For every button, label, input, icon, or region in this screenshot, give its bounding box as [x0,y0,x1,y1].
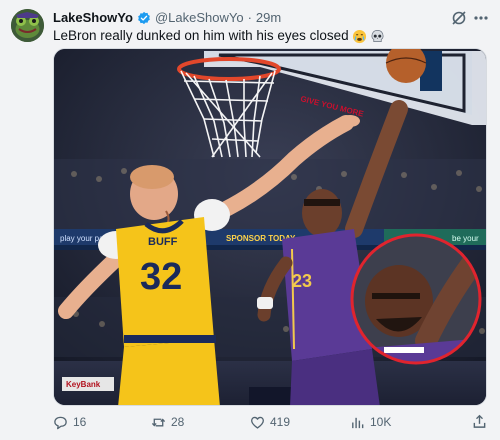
keybank-sign: KeyBank [62,377,114,391]
like-count: 419 [270,415,291,429]
crying-emoji [352,29,367,44]
post-header: LakeShowYo @LakeShowYo · 29m [53,10,281,26]
banner-left-text: play your pa [60,234,104,243]
post-text: LeBron really dunked on him with his eye… [53,27,483,45]
views-icon [352,417,364,428]
like-icon [251,416,264,429]
skull-emoji [370,29,385,44]
share-icon[interactable] [472,414,487,429]
timestamp[interactable]: 29m [256,10,281,26]
display-name[interactable]: LakeShowYo [53,10,133,26]
closeup-highlight-circle [350,233,482,365]
like-button[interactable]: 419 [250,414,290,430]
reply-count: 16 [73,415,87,429]
banner-right-text: be your [452,234,479,243]
jersey-number: 32 [140,256,182,298]
post-text-body: LeBron really dunked on him with his eye… [53,28,349,43]
reply-icon [54,416,67,429]
views-count: 10K [370,415,392,429]
avatar[interactable] [11,9,44,42]
sponsor-sign-text: KeyBank [66,380,101,389]
repost-count: 28 [171,415,185,429]
verified-icon [137,11,151,25]
post-image[interactable]: play your pa SPONSOR TODAY be your KeyBa… [53,48,487,406]
jersey-name: BUFF [148,236,178,248]
views-button[interactable]: 10K [350,414,391,430]
repost-button[interactable]: 28 [151,414,184,430]
repost-icon [151,418,166,426]
more-icon[interactable] [472,10,490,26]
grok-icon[interactable] [451,10,467,26]
action-bar: 16 28 419 10K [0,410,500,434]
tweet-card[interactable]: LakeShowYo @LakeShowYo · 29m LeBron real… [0,0,500,440]
handle[interactable]: @LakeShowYo [155,10,244,26]
reply-button[interactable]: 16 [53,414,86,430]
separator-dot: · [247,10,252,25]
lakers-jersey-number: 23 [292,271,312,291]
